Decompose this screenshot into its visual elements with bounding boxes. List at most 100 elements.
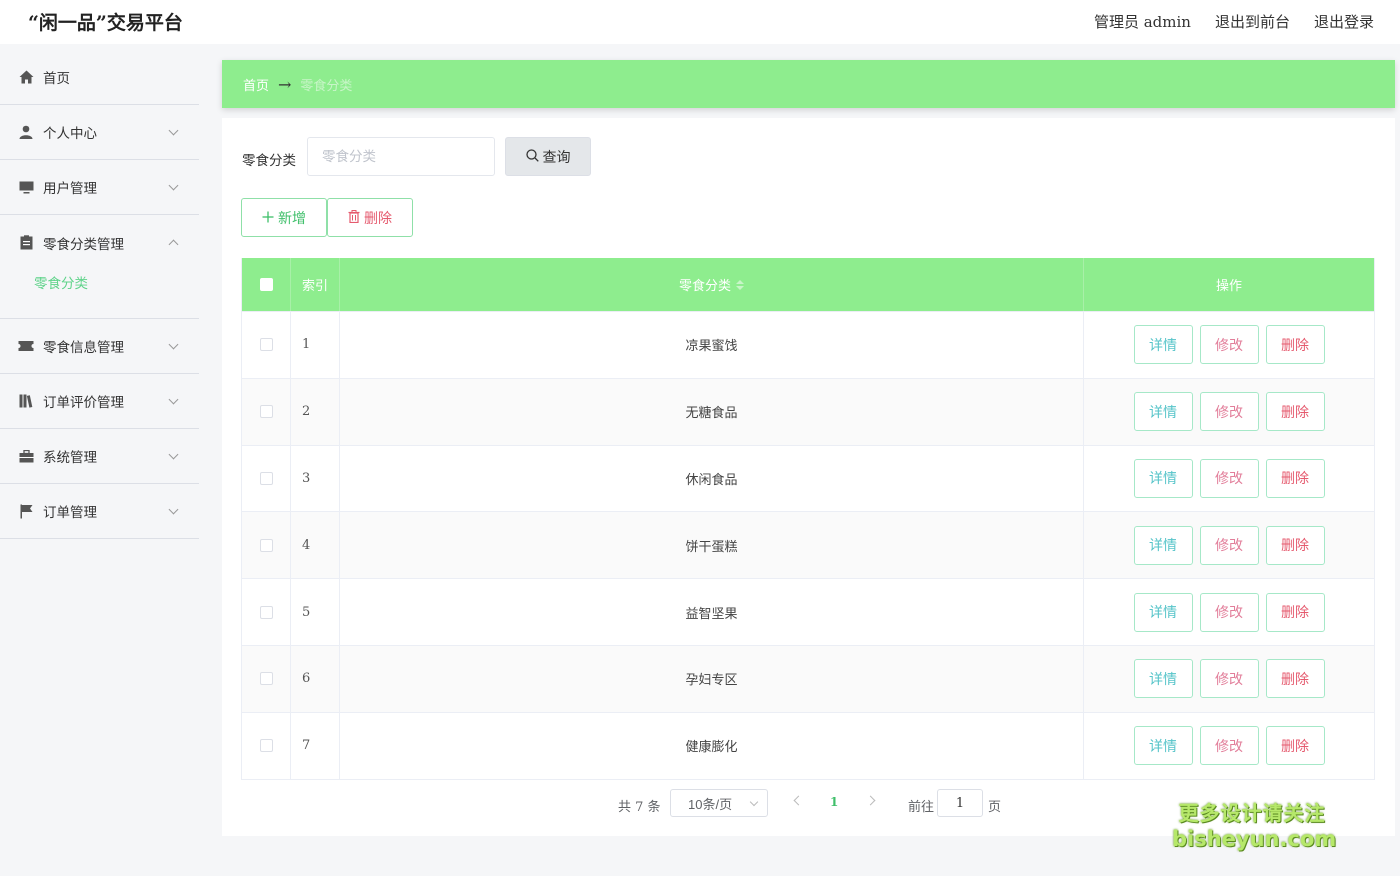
- row-category-name: 休闲食品: [340, 445, 1084, 512]
- row-checkbox[interactable]: [259, 672, 273, 686]
- search-icon: [525, 148, 539, 165]
- sidebar: 首页 个人中心 用户管理 零食分类管理 零食分类 零食信息管理 订单评价管理 系…: [0, 50, 199, 876]
- row-category-name: 健康膨化: [340, 712, 1084, 779]
- edit-button[interactable]: 修改: [1199, 726, 1259, 766]
- breadcrumb-arrow: →: [278, 74, 292, 94]
- edit-button[interactable]: 修改: [1199, 392, 1259, 432]
- sidebar-item-label: 首页: [43, 71, 70, 87]
- query-button[interactable]: 查询: [505, 137, 591, 176]
- sidebar-item-system-management[interactable]: 系统管理: [0, 429, 199, 484]
- table-body: 1 凉果蜜饯 详情 修改 删除 2 无糖食品 详情 修改 删除 3 休闲食品 详情 修改 删除 4 饼干蛋糕 详情…: [242, 311, 1374, 779]
- delete-button[interactable]: 删除: [1265, 325, 1325, 365]
- row-checkbox[interactable]: [259, 471, 273, 485]
- sidebar-item-home[interactable]: 首页: [0, 50, 199, 105]
- edit-button[interactable]: 修改: [1199, 325, 1259, 365]
- header-name[interactable]: 零食分类: [340, 258, 1084, 311]
- chevron-down-icon: [168, 504, 179, 515]
- header-name-label: 零食分类: [678, 279, 731, 294]
- sidebar-item-label: 个人中心: [43, 126, 97, 142]
- sidebar-item-label: 用户管理: [43, 181, 97, 197]
- pagination-total: 共 7 条: [618, 800, 661, 815]
- data-table: 索引 零食分类 操作 1 凉果蜜饯 详情 修改 删除 2 无糖食品 详情 修改 删除 3 休闲食品 详情…: [241, 258, 1375, 780]
- detail-button[interactable]: 详情: [1133, 726, 1193, 766]
- sidebar-item-user-management[interactable]: 用户管理: [0, 160, 199, 215]
- admin-user-link[interactable]: 管理员 admin: [1094, 11, 1191, 32]
- row-index: 7: [291, 712, 340, 779]
- row-index: 3: [291, 445, 340, 512]
- detail-button[interactable]: 详情: [1133, 659, 1193, 699]
- detail-button[interactable]: 详情: [1133, 592, 1193, 632]
- delete-button[interactable]: 删除: [1265, 726, 1325, 766]
- user-icon: [18, 124, 34, 140]
- chevron-down-icon: [168, 449, 179, 460]
- delete-button[interactable]: 删除: [1265, 592, 1325, 632]
- detail-button[interactable]: 详情: [1133, 525, 1193, 565]
- sidebar-item-snack-info-management[interactable]: 零食信息管理: [0, 319, 199, 374]
- chevron-down-icon: [168, 180, 179, 191]
- sort-caret-icon[interactable]: [736, 279, 744, 290]
- delete-button[interactable]: 删除: [1265, 659, 1325, 699]
- sidebar-item-label: 零食信息管理: [43, 340, 124, 356]
- detail-button[interactable]: 详情: [1133, 325, 1193, 365]
- search-input[interactable]: [307, 137, 495, 176]
- breadcrumb-current: 零食分类: [300, 78, 353, 94]
- query-button-label: 查询: [542, 148, 571, 165]
- app-title: “闲一品”交易平台: [28, 12, 183, 34]
- delete-button[interactable]: 删除: [1265, 458, 1325, 498]
- sidebar-item-order-management[interactable]: 订单管理: [0, 484, 199, 539]
- chevron-down-icon: [168, 339, 179, 350]
- flag-icon: [18, 503, 34, 519]
- row-index: 5: [291, 579, 340, 645]
- sidebar-subitem-snack-category[interactable]: 零食分类: [0, 270, 199, 318]
- delete-button[interactable]: 删除: [1265, 392, 1325, 432]
- row-checkbox[interactable]: [259, 605, 273, 619]
- row-checkbox[interactable]: [259, 405, 273, 419]
- edit-button[interactable]: 修改: [1199, 525, 1259, 565]
- row-select-cell: [242, 712, 291, 779]
- row-index: 4: [291, 512, 340, 579]
- sidebar-item-personal-center[interactable]: 个人中心: [0, 105, 199, 160]
- row-select-cell: [242, 445, 291, 512]
- goto-label: 前往: [908, 800, 935, 815]
- top-bar: “闲一品”交易平台 管理员 admin 退出到前台 退出登录: [0, 0, 1400, 44]
- detail-button[interactable]: 详情: [1133, 392, 1193, 432]
- page-number-current[interactable]: 1: [830, 795, 838, 809]
- edit-button[interactable]: 修改: [1199, 458, 1259, 498]
- row-category-name: 饼干蛋糕: [340, 512, 1084, 579]
- breadcrumb-home-link[interactable]: 首页: [243, 75, 269, 94]
- table-row: 7 健康膨化 详情 修改 删除: [242, 711, 1374, 779]
- delete-button[interactable]: 删除: [1265, 525, 1325, 565]
- row-ops-cell: 详情 修改 删除: [1084, 379, 1374, 445]
- row-select-cell: [242, 645, 291, 712]
- book-icon: [18, 393, 34, 409]
- batch-delete-button-label: 删除: [364, 209, 392, 226]
- batch-delete-button[interactable]: 删除: [327, 198, 413, 237]
- sidebar-item-snack-category-management[interactable]: 零食分类管理: [0, 215, 199, 270]
- row-category-name: 凉果蜜饯: [340, 312, 1084, 378]
- row-select-cell: [242, 579, 291, 645]
- back-to-frontend-link[interactable]: 退出到前台: [1215, 11, 1290, 32]
- add-button[interactable]: 新增: [241, 198, 327, 237]
- logout-link[interactable]: 退出登录: [1314, 11, 1374, 32]
- breadcrumb: 首页 → 零食分类: [222, 60, 1395, 108]
- sidebar-item-order-review-management[interactable]: 订单评价管理: [0, 374, 199, 429]
- page-size-select[interactable]: 10条/页: [670, 789, 768, 817]
- table-header: 索引 零食分类 操作: [242, 258, 1374, 311]
- edit-button[interactable]: 修改: [1199, 592, 1259, 632]
- row-ops-cell: 详情 修改 删除: [1084, 512, 1374, 578]
- row-index: 6: [291, 645, 340, 712]
- row-index: 2: [291, 378, 340, 445]
- goto-page-input[interactable]: [937, 789, 983, 817]
- row-checkbox[interactable]: [259, 739, 273, 753]
- row-category-name: 益智坚果: [340, 579, 1084, 645]
- detail-button[interactable]: 详情: [1133, 458, 1193, 498]
- plus-icon: [262, 210, 274, 226]
- prev-page-icon[interactable]: [793, 795, 804, 806]
- row-checkbox[interactable]: [259, 338, 273, 352]
- header-ops: 操作: [1215, 279, 1242, 294]
- select-all-checkbox[interactable]: [259, 278, 273, 291]
- next-page-icon[interactable]: [865, 795, 876, 806]
- row-select-cell: [242, 312, 291, 378]
- row-checkbox[interactable]: [259, 538, 273, 552]
- edit-button[interactable]: 修改: [1199, 659, 1259, 699]
